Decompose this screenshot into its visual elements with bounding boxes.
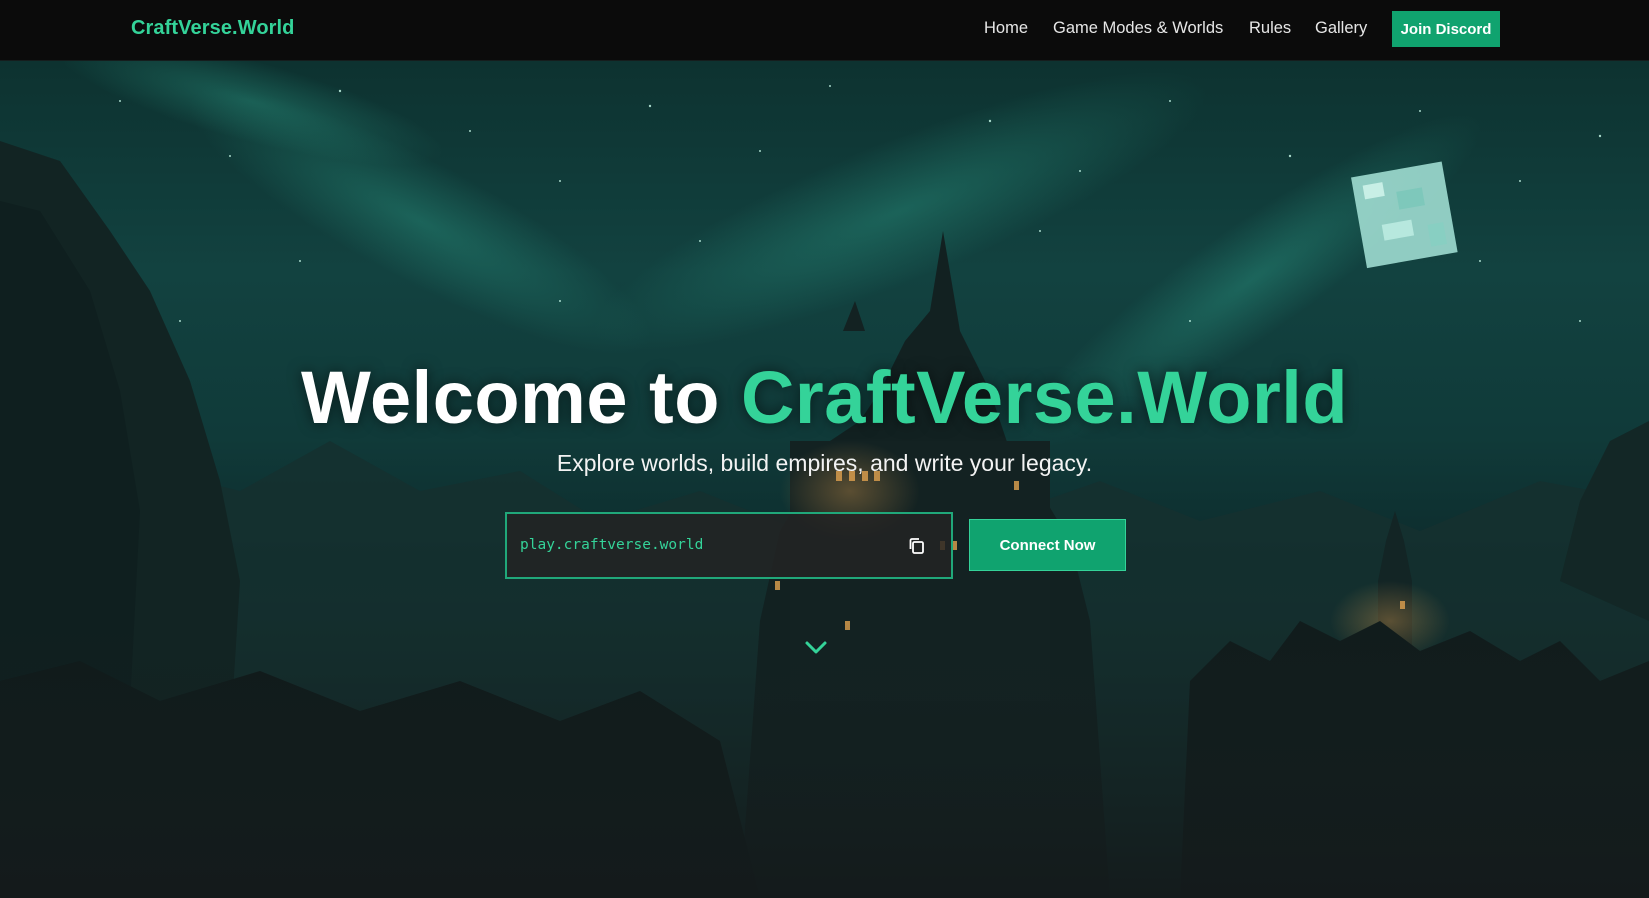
connect-now-button[interactable]: Connect Now (969, 519, 1126, 571)
hero-title-prefix: Welcome to (300, 356, 741, 439)
hero-title: Welcome to CraftVerse.World (0, 355, 1649, 440)
hero-section: Welcome to CraftVerse.World Explore worl… (0, 61, 1649, 898)
navbar: CraftVerse.World Home Game Modes & World… (0, 0, 1649, 61)
copy-icon[interactable] (907, 536, 927, 556)
hero-subtitle: Explore worlds, build empires, and write… (556, 450, 1093, 476)
join-discord-button[interactable]: Join Discord (1392, 11, 1500, 47)
server-ip-box[interactable]: play.craftverse.world (505, 512, 953, 579)
hero-background-image (0, 61, 1649, 898)
chevron-down-icon[interactable] (804, 640, 828, 656)
server-ip-text[interactable]: play.craftverse.world (520, 537, 703, 553)
nav-link-rules[interactable]: Rules (1249, 19, 1291, 38)
hero-title-accent: CraftVerse.World (740, 356, 1349, 439)
nav-link-gallery[interactable]: Gallery (1315, 19, 1367, 38)
nav-link-game-modes[interactable]: Game Modes & Worlds (1053, 19, 1223, 38)
nav-link-home[interactable]: Home (984, 19, 1028, 38)
